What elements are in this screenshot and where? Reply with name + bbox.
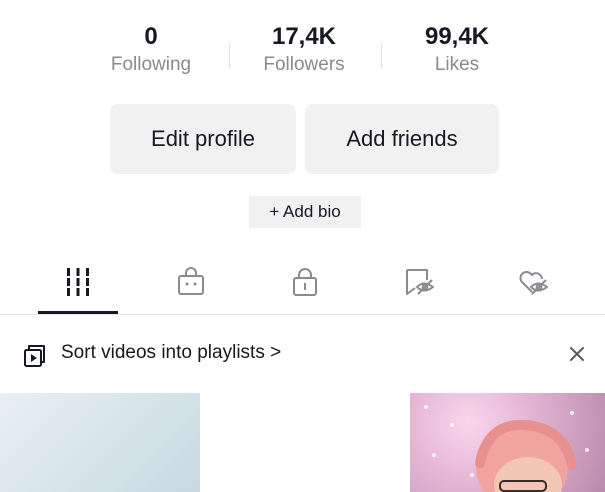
followers-count: 17,4K xyxy=(271,23,337,50)
sort-videos-link[interactable]: Sort videos into playlists > xyxy=(61,342,281,364)
following-count: 0 xyxy=(144,23,158,50)
bookmark-eye-icon xyxy=(406,269,434,295)
add-friends-button[interactable]: Add friends xyxy=(305,104,499,174)
profile-stats: 0 Following 17,4K Followers 99,4K Likes xyxy=(0,22,605,92)
video-thumbnail[interactable] xyxy=(410,393,605,492)
following-stat[interactable]: 0 Following xyxy=(91,22,211,77)
person-thumbnail xyxy=(475,419,577,492)
playlist-banner: Sort videos into playlists > xyxy=(0,330,605,380)
grid-bars-icon xyxy=(67,268,89,296)
stats-divider xyxy=(229,42,230,68)
tab-liked[interactable] xyxy=(494,250,574,314)
add-bio-button[interactable]: + Add bio xyxy=(249,196,361,228)
video-thumbnail[interactable] xyxy=(0,393,200,492)
active-tab-indicator xyxy=(38,311,118,314)
following-label: Following xyxy=(110,54,192,75)
followers-label: Followers xyxy=(263,54,345,75)
edit-profile-button[interactable]: Edit profile xyxy=(110,104,296,174)
tab-shop[interactable] xyxy=(151,250,231,314)
tab-videos[interactable] xyxy=(38,250,118,314)
close-icon[interactable] xyxy=(566,343,588,365)
shopping-bag-icon xyxy=(178,267,204,295)
lock-icon xyxy=(293,268,317,296)
tab-private[interactable] xyxy=(265,250,345,314)
playlist-icon xyxy=(22,344,46,373)
stats-divider xyxy=(381,42,382,68)
video-thumbnail[interactable] xyxy=(200,393,410,492)
likes-count: 99,4K xyxy=(424,23,490,50)
likes-stat[interactable]: 99,4K Likes xyxy=(397,22,517,77)
heart-eye-icon xyxy=(519,271,548,295)
profile-tabs xyxy=(0,250,605,315)
followers-stat[interactable]: 17,4K Followers xyxy=(244,22,364,77)
tab-reposts[interactable] xyxy=(380,250,460,314)
likes-label: Likes xyxy=(434,54,480,75)
